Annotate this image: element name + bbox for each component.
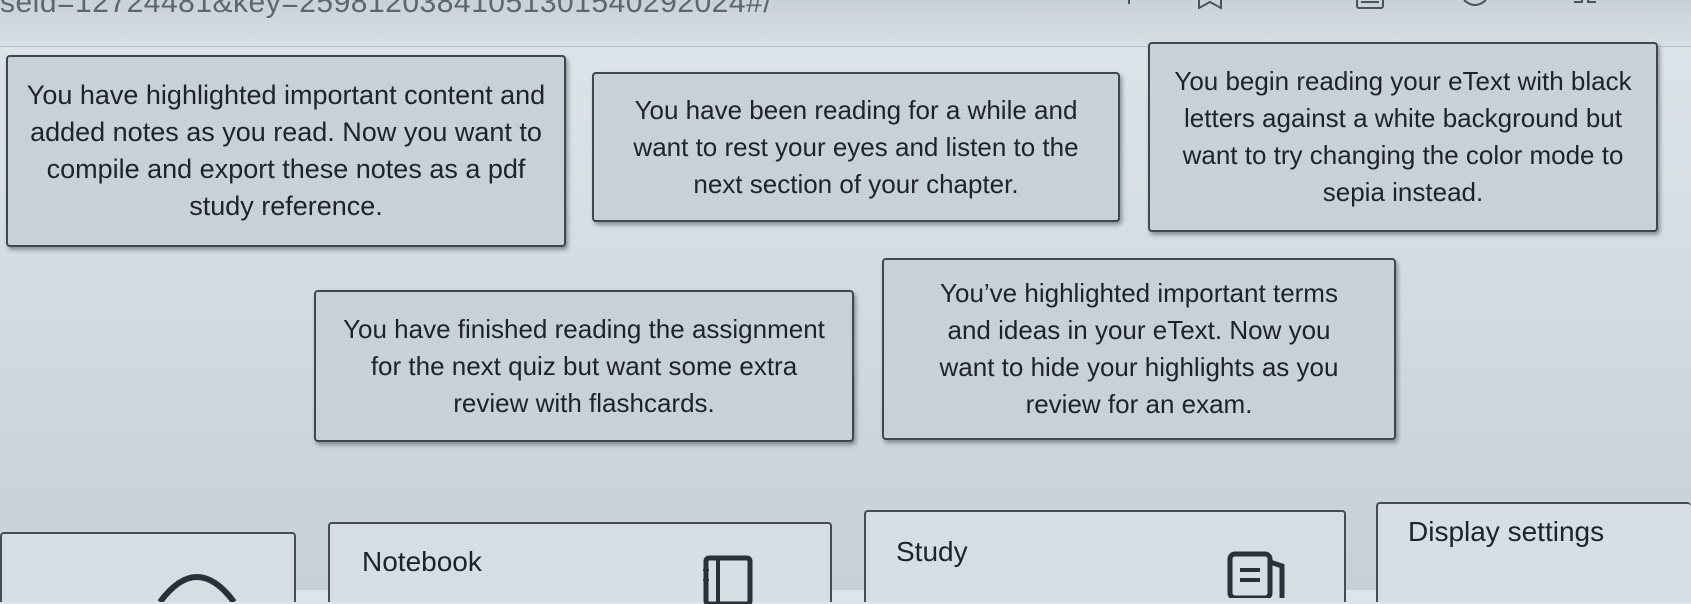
- scenario-card-text: You have been reading for a while and wa…: [633, 94, 1079, 199]
- study-cards-icon: [1227, 551, 1285, 598]
- url-text: seid=12724481&key=2598120384105130154029…: [0, 0, 773, 19]
- drop-target-audio[interactable]: [0, 532, 296, 602]
- scenario-card-text: You have finished reading the assignment…: [343, 313, 825, 418]
- drop-target-display-settings[interactable]: Display settings: [1376, 502, 1691, 602]
- scenario-card[interactable]: You’ve highlighted important terms and i…: [882, 258, 1396, 440]
- drop-target-label: Display settings: [1408, 516, 1605, 547]
- scenario-card-text: You begin reading your eText with black …: [1174, 66, 1632, 207]
- scenario-card-text: You’ve highlighted important terms and i…: [939, 278, 1339, 419]
- drop-target-label: Study: [896, 536, 968, 567]
- scenario-card[interactable]: You have been reading for a while and wa…: [592, 72, 1120, 222]
- browser-url-bar[interactable]: seid=12724481&key=2598120384105130154029…: [0, 0, 1691, 47]
- drop-target-study[interactable]: Study: [864, 510, 1346, 602]
- bookmark-icon[interactable]: [1195, 0, 1225, 16]
- drop-target-label: Notebook: [362, 546, 482, 577]
- settings-icon[interactable]: [1460, 0, 1490, 16]
- notebook-icon: [703, 555, 753, 604]
- expand-icon[interactable]: [1570, 0, 1600, 16]
- drop-target-notebook[interactable]: Notebook: [328, 522, 832, 604]
- text-size-icon[interactable]: [1120, 0, 1150, 16]
- menu-icon[interactable]: [1355, 0, 1385, 16]
- scenario-card[interactable]: You have highlighted important content a…: [6, 55, 566, 247]
- scenario-card[interactable]: You begin reading your eText with black …: [1148, 42, 1658, 232]
- scenario-card[interactable]: You have finished reading the assignment…: [314, 290, 854, 442]
- scenario-card-text: You have highlighted important content a…: [26, 80, 546, 221]
- headphones-icon: [157, 574, 237, 602]
